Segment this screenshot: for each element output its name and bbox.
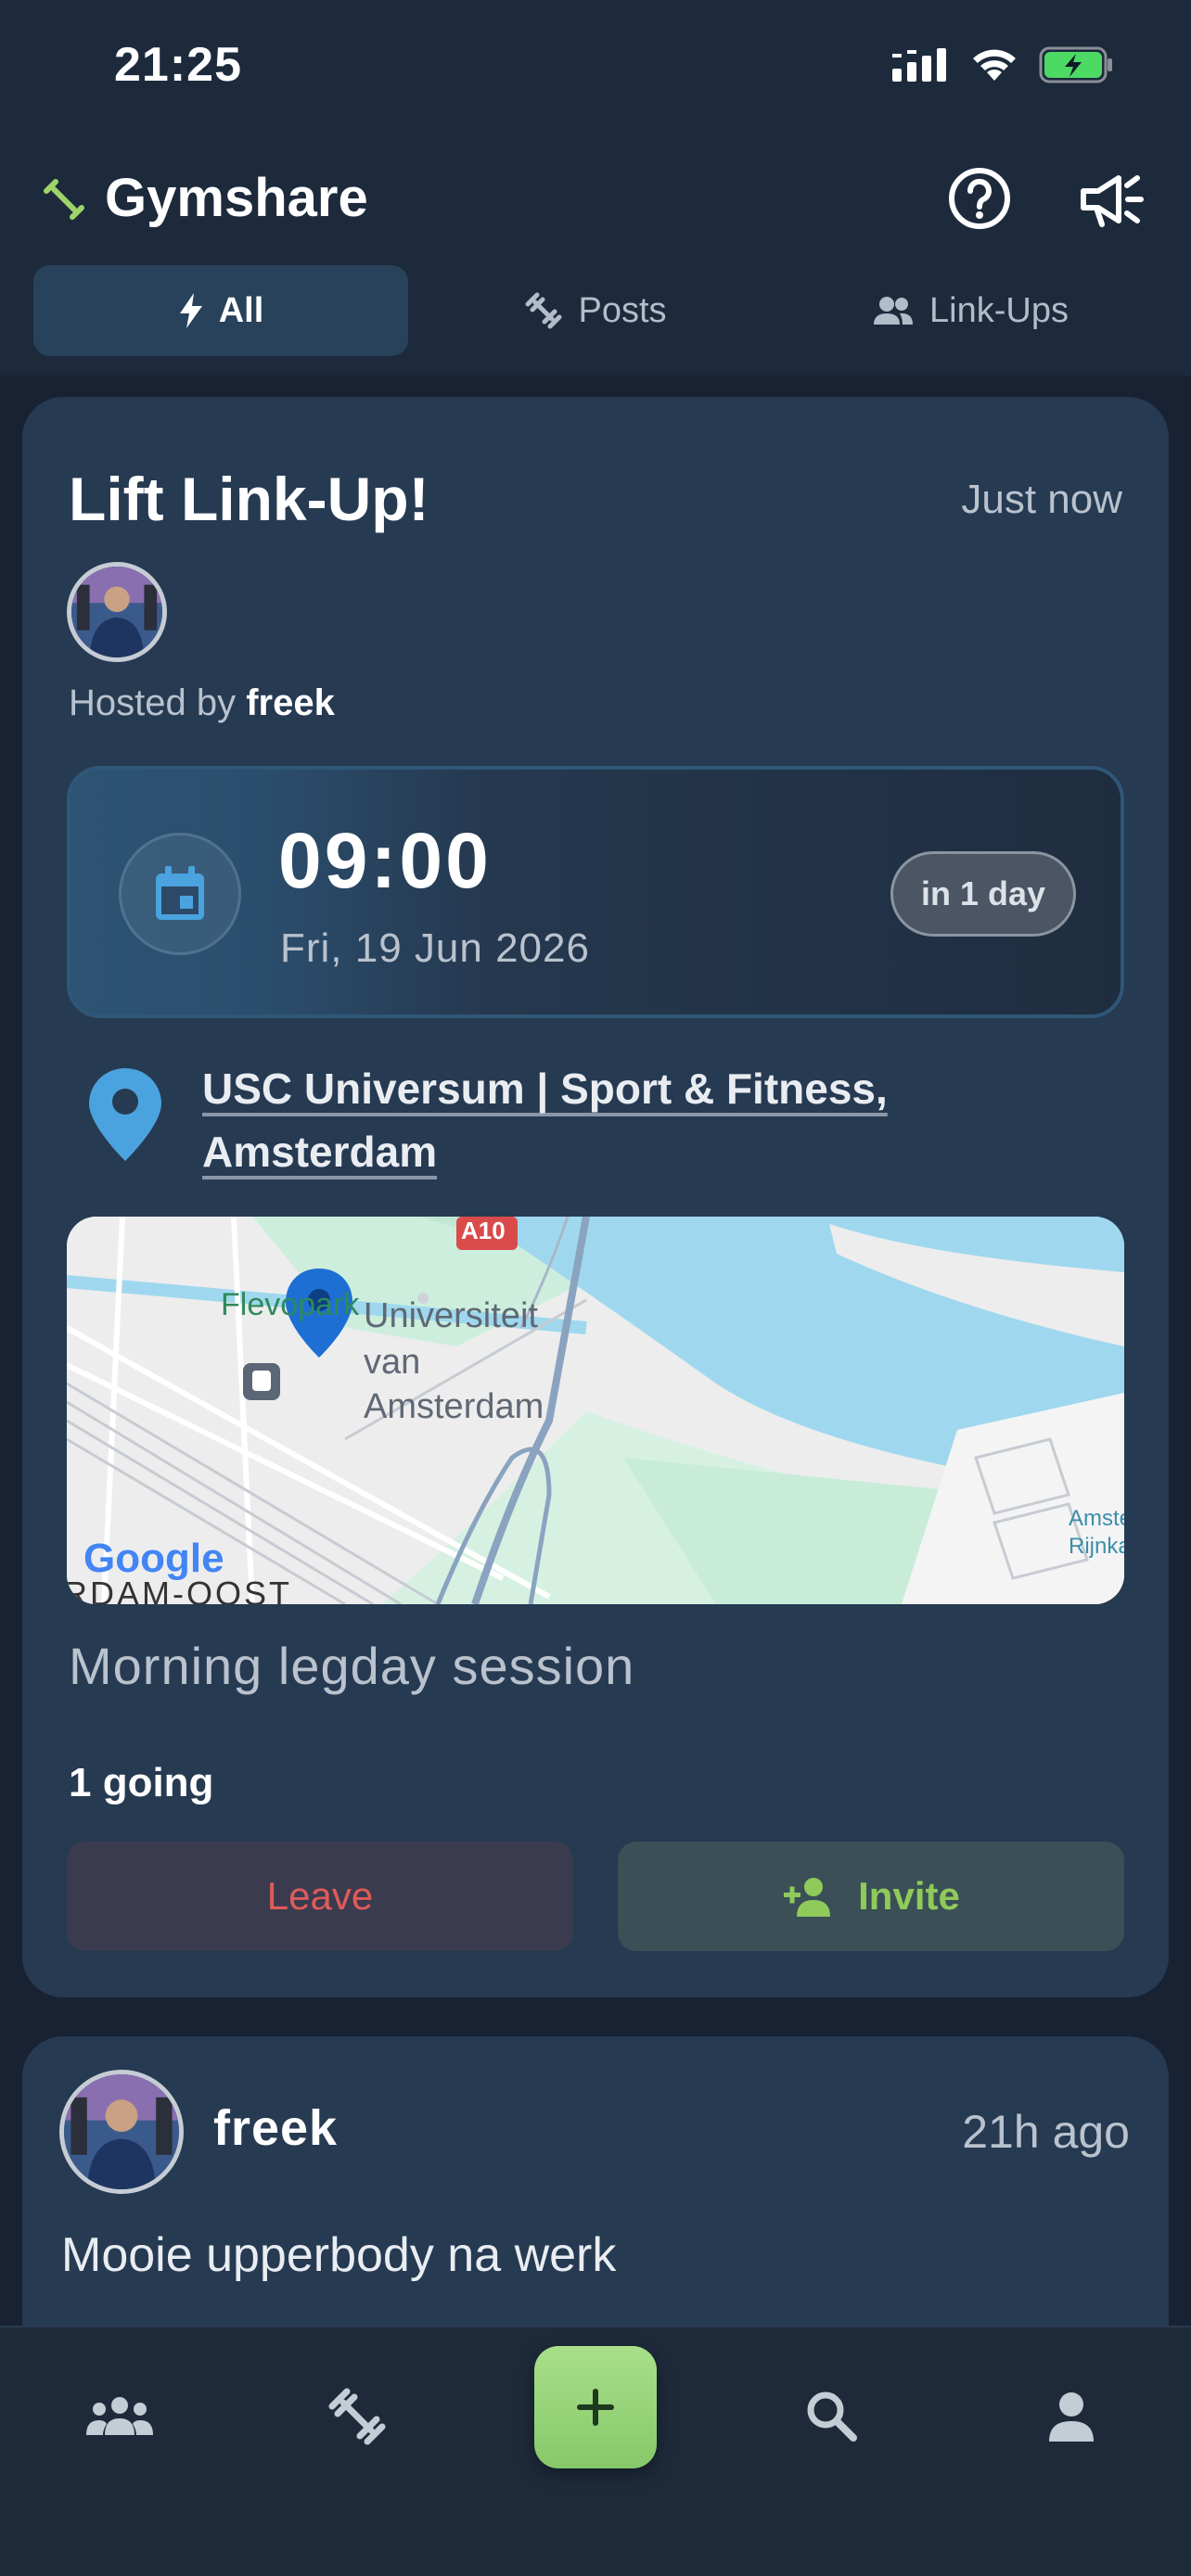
hosted-by: Hosted by freek xyxy=(69,682,335,724)
avatar-photo-icon xyxy=(64,2074,179,2189)
group-icon xyxy=(86,2397,153,2435)
battery-charging-icon xyxy=(1039,46,1112,83)
invite-label: Invite xyxy=(858,1874,960,1918)
nav-search[interactable] xyxy=(790,2379,874,2454)
search-icon xyxy=(807,2391,857,2442)
host-name[interactable]: freek xyxy=(246,682,335,723)
tab-link-ups[interactable]: Link-Ups xyxy=(783,265,1158,356)
leave-label: Leave xyxy=(266,1874,374,1918)
tab-posts[interactable]: Posts xyxy=(408,265,783,356)
app-header: Gymshare xyxy=(0,148,1191,250)
people-icon xyxy=(874,297,914,325)
linkup-title: Lift Link-Up! xyxy=(69,465,429,533)
add-person-icon xyxy=(784,1878,831,1917)
tab-label: Link-Ups xyxy=(929,290,1069,330)
app-title: Gymshare xyxy=(105,168,368,228)
hosted-by-prefix: Hosted by xyxy=(69,682,247,723)
dumbbell-icon xyxy=(328,2388,386,2445)
nav-add-button[interactable] xyxy=(534,2346,657,2468)
going-count[interactable]: 1 going xyxy=(69,1760,213,1806)
tab-label: Posts xyxy=(578,290,667,330)
avatar-photo-icon xyxy=(71,567,162,657)
relative-time-badge: in 1 day xyxy=(890,851,1076,937)
person-icon xyxy=(1049,2392,1094,2442)
event-date: Fri, 19 Jun 2026 xyxy=(280,925,590,971)
map-label-universiteit: Universiteit xyxy=(364,1296,538,1335)
location-pin-icon xyxy=(89,1068,161,1161)
map-label-amsterdam: Amsterdam xyxy=(364,1387,544,1426)
host-avatar[interactable] xyxy=(67,562,167,662)
dumbbell-icon xyxy=(525,292,562,329)
map-label-rijnka: Rijnka xyxy=(1069,1534,1124,1559)
status-icons xyxy=(892,46,1115,83)
nav-workouts[interactable] xyxy=(315,2379,399,2454)
wifi-icon xyxy=(973,49,1016,81)
post-author[interactable]: freek xyxy=(213,2099,338,2157)
map-label-van: van xyxy=(364,1343,421,1382)
post-text: Mooie upperbody na werk xyxy=(61,2228,617,2282)
status-time: 21:25 xyxy=(114,38,242,92)
tab-label: All xyxy=(218,290,264,330)
leave-button[interactable]: Leave xyxy=(67,1842,573,1951)
dumbbell-logo-icon xyxy=(44,179,84,220)
megaphone-icon[interactable] xyxy=(1078,169,1145,230)
calendar-icon xyxy=(156,866,204,920)
calendar-icon-wrapper xyxy=(119,833,241,955)
filter-tabs: All Posts Link-Ups xyxy=(33,265,1158,356)
google-logo: Google xyxy=(83,1536,224,1581)
tab-all[interactable]: All xyxy=(33,265,408,356)
linkup-timestamp: Just now xyxy=(961,477,1122,522)
help-icon[interactable] xyxy=(946,165,1013,232)
location-link[interactable]: USC Universum | Sport & Fitness, Amsterd… xyxy=(202,1057,1093,1183)
map-label-a10: A10 xyxy=(461,1217,506,1244)
post-author-avatar[interactable] xyxy=(59,2070,184,2194)
bolt-icon xyxy=(179,293,202,328)
invite-button[interactable]: Invite xyxy=(618,1842,1124,1951)
bottom-nav xyxy=(0,2326,1191,2576)
event-description: Morning legday session xyxy=(69,1637,635,1695)
event-time-box: 09:00 Fri, 19 Jun 2026 in 1 day xyxy=(67,766,1124,1018)
nav-community[interactable] xyxy=(78,2379,161,2454)
event-time: 09:00 xyxy=(278,817,492,904)
map-label-flevopark: Flevopark xyxy=(221,1287,360,1322)
plus-icon xyxy=(577,2389,614,2426)
location-map[interactable]: A10 Flevopark Universiteit van Amsterdam… xyxy=(67,1217,1124,1604)
post-timestamp: 21h ago xyxy=(962,2106,1130,2158)
map-tiles xyxy=(67,1217,1124,1604)
map-label-amster: Amster xyxy=(1069,1506,1124,1531)
linkup-card[interactable]: Lift Link-Up! Just now Hosted by freek 0… xyxy=(22,397,1169,1997)
status-bar: 21:25 xyxy=(0,0,1191,139)
cellular-signal-icon xyxy=(892,48,946,82)
nav-profile[interactable] xyxy=(1030,2379,1113,2454)
